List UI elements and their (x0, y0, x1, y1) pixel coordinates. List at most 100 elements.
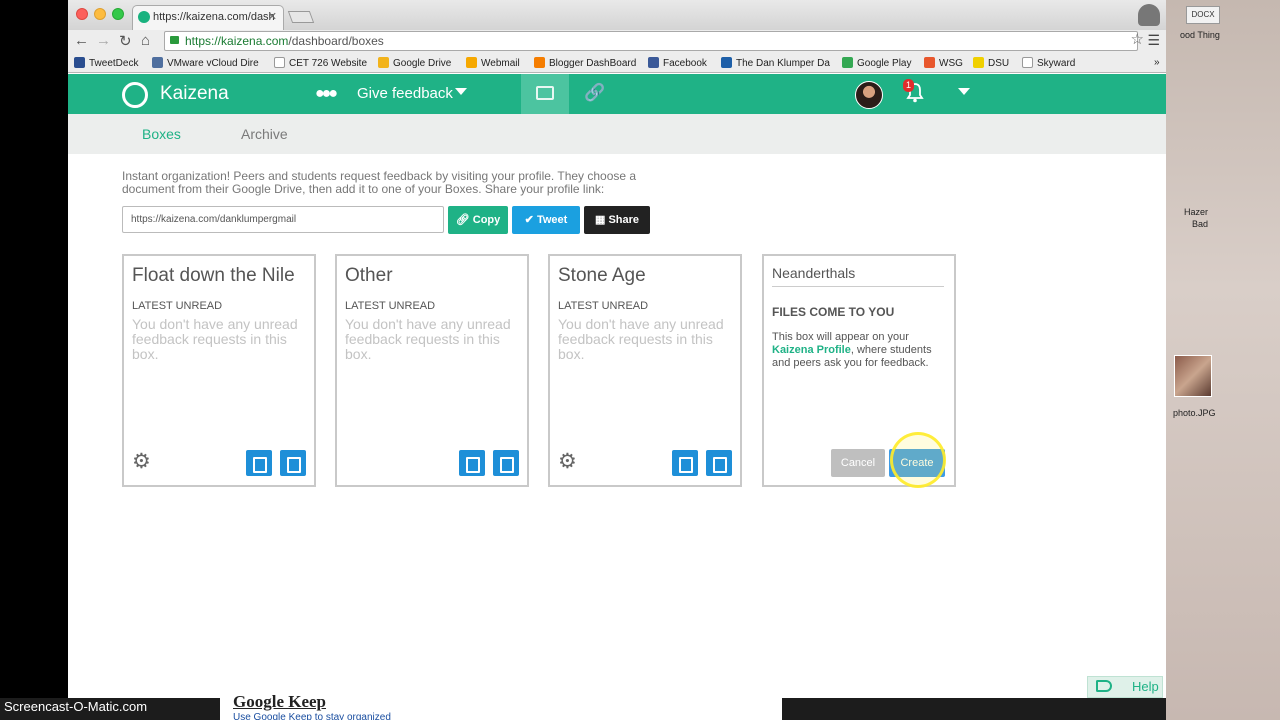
latest-unread-label: LATEST UNREAD (558, 300, 649, 312)
docx-file-icon[interactable]: DOCX (1186, 6, 1220, 24)
empty-message: You don't have any unread feedback reque… (345, 316, 511, 362)
new-tab-button[interactable] (287, 11, 315, 23)
bookmark-item[interactable]: VMware vCloud Dire (152, 57, 259, 69)
copy-label: Copy (472, 214, 501, 226)
blog-icon (721, 57, 732, 68)
bookmark-item[interactable]: Google Play (842, 57, 911, 69)
box-card[interactable]: Other LATEST UNREAD You don't have any u… (335, 254, 529, 487)
bookmark-item[interactable]: DSU (973, 57, 1009, 69)
address-bar[interactable]: https://kaizena.com/dashboard/boxes (164, 31, 1138, 51)
home-icon[interactable]: ⌂ (141, 32, 150, 49)
box-title: Other (345, 265, 393, 286)
open-box-button[interactable] (493, 450, 519, 476)
share-button[interactable]: ▦ Share (584, 206, 650, 234)
bookmark-label: Skyward (1037, 58, 1076, 69)
bookmark-label: DSU (988, 58, 1010, 69)
bookmark-item[interactable]: Facebook (648, 57, 707, 69)
box-title: Stone Age (558, 265, 646, 286)
kaizena-favicon-icon (138, 11, 150, 23)
kaizena-logo-icon[interactable] (122, 82, 148, 108)
give-feedback-menu[interactable]: Give feedback (357, 85, 453, 102)
bookmark-item[interactable]: Google Drive (378, 57, 451, 69)
tweet-button[interactable]: ✔︎ Tweet (512, 206, 580, 234)
back-arrow-icon[interactable]: ← (74, 32, 89, 49)
box-name-input[interactable]: Neanderthals (772, 265, 944, 287)
reload-icon[interactable]: ↻ (119, 32, 132, 50)
tab-archive[interactable]: Archive (241, 126, 288, 142)
window-minimize-button[interactable] (94, 8, 106, 20)
bookmark-item[interactable]: Skyward (1022, 57, 1075, 69)
bookmark-label: CET 726 Website (289, 58, 368, 69)
dsu-icon (973, 57, 984, 68)
bookmark-label: TweetDeck (89, 58, 139, 69)
gear-icon[interactable]: ⚙ (558, 451, 577, 472)
google-play-icon (842, 57, 853, 68)
bookmark-item[interactable]: TweetDeck (74, 57, 138, 69)
kaizena-profile-link[interactable]: Kaizena Profile (772, 344, 851, 356)
bookmarks-bar: TweetDeck VMware vCloud Dire CET 726 Web… (68, 53, 1166, 73)
desktop-file-label: photo.JPG (1173, 408, 1216, 418)
title-bar: https://kaizena.com/dash ✕ (68, 0, 1166, 30)
users-icon[interactable]: ●●● (315, 85, 338, 103)
background-page-title: Google Keep (233, 692, 327, 711)
window-close-button[interactable] (76, 8, 88, 20)
url-path: /dashboard/boxes (288, 34, 384, 48)
page-icon (1022, 57, 1033, 68)
desktop-file-label: Hazer (1184, 207, 1209, 217)
app-header: Kaizena ●●● Give feedback 🔗 1 (68, 74, 1166, 114)
bookmark-star-icon[interactable]: ☆ (1131, 30, 1144, 48)
tab-close-icon[interactable]: ✕ (268, 6, 277, 28)
page-icon (274, 57, 285, 68)
intro-text: Instant organization! Peers and students… (122, 169, 637, 196)
link-icon[interactable]: 🔗 (584, 83, 605, 103)
twitter-icon: ✔︎ (524, 214, 537, 226)
add-document-button[interactable] (459, 450, 485, 476)
link-icon: 🔗︎ (455, 214, 473, 226)
browser-toolbar: ← → ↻ ⌂ https://kaizena.com/dashboard/bo… (68, 30, 1166, 53)
browser-tab[interactable]: https://kaizena.com/dash ✕ (132, 5, 284, 30)
box-card[interactable]: Stone Age LATEST UNREAD You don't have a… (548, 254, 742, 487)
cursor-highlight (890, 432, 946, 488)
browser-user-icon[interactable] (1138, 4, 1160, 26)
account-menu-chevron-icon[interactable] (958, 88, 970, 95)
inbox-icon (536, 86, 554, 100)
new-box-description: This box will appear on your Kaizena Pro… (772, 331, 948, 370)
bookmark-label: Google Drive (393, 58, 452, 69)
add-document-button[interactable] (246, 450, 272, 476)
avatar[interactable] (855, 81, 883, 109)
sub-navigation: Boxes Archive (68, 114, 1166, 154)
bookmark-item[interactable]: The Dan Klumper Da (721, 57, 830, 69)
menu-icon[interactable]: ☰ (1147, 32, 1160, 49)
vmware-icon (152, 57, 163, 68)
help-button[interactable]: Help (1087, 676, 1163, 698)
more-bookmarks-button[interactable]: » (1154, 57, 1160, 68)
desktop-file-label: ood Thing (1180, 30, 1220, 40)
latest-unread-label: LATEST UNREAD (345, 300, 436, 312)
bookmark-item[interactable]: WSG (924, 57, 963, 69)
gear-icon[interactable]: ⚙ (132, 451, 151, 472)
photo-thumbnail-icon[interactable] (1174, 355, 1212, 397)
bookmark-label: The Dan Klumper Da (736, 58, 830, 69)
app-logo-text[interactable]: Kaizena (160, 83, 229, 105)
add-document-button[interactable] (672, 450, 698, 476)
open-box-button[interactable] (706, 450, 732, 476)
cancel-button[interactable]: Cancel (831, 449, 885, 477)
forward-arrow-icon[interactable]: → (96, 32, 111, 49)
screencast-watermark: Screencast-O-Matic.com (4, 699, 148, 714)
open-box-button[interactable] (280, 450, 306, 476)
box-card[interactable]: Float down the Nile LATEST UNREAD You do… (122, 254, 316, 487)
tab-boxes[interactable]: Boxes (142, 126, 181, 142)
bookmark-item[interactable]: Blogger DashBoard (534, 57, 636, 69)
nav-tab-boxes[interactable] (521, 74, 569, 114)
share-label: Share (608, 214, 640, 226)
google-drive-icon (378, 57, 389, 68)
bookmark-item[interactable]: CET 726 Website (274, 57, 367, 69)
window-maximize-button[interactable] (112, 8, 124, 20)
profile-link-field[interactable]: https://kaizena.com/danklumpergmail (122, 206, 444, 233)
bookmark-item[interactable]: Webmail (466, 57, 520, 69)
copy-button[interactable]: 🔗︎ Copy (448, 206, 508, 234)
help-label: Help (1132, 679, 1159, 694)
bookmark-label: Blogger DashBoard (549, 58, 637, 69)
chevron-down-icon[interactable] (455, 88, 467, 95)
empty-message: You don't have any unread feedback reque… (558, 316, 724, 362)
